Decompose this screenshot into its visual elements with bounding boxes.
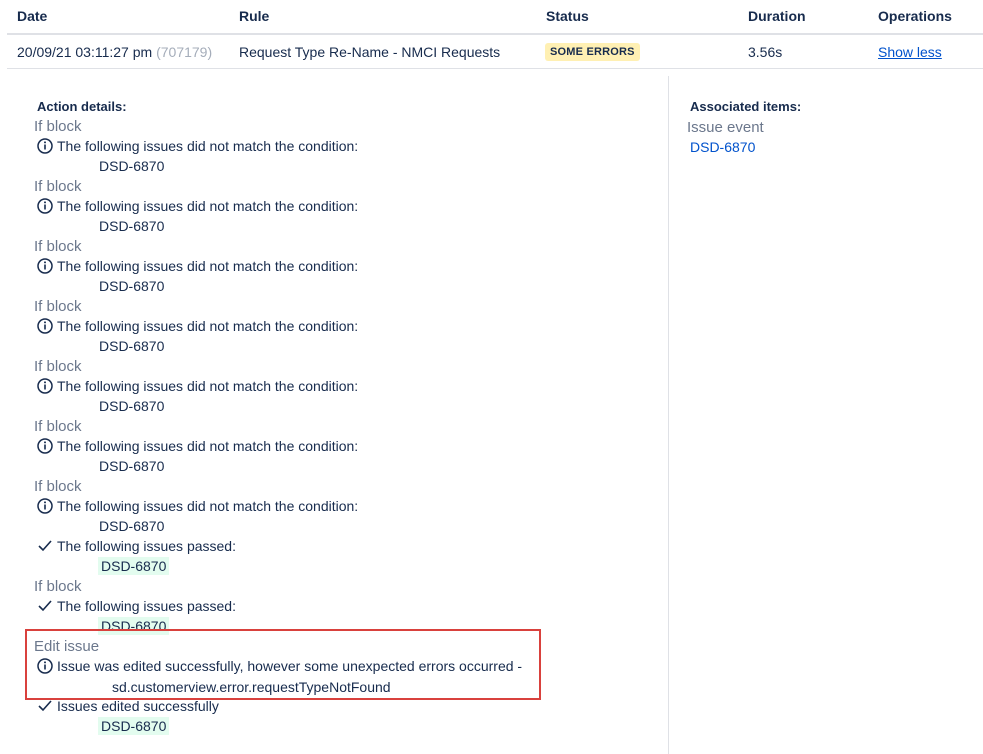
condition-message-text: The following issues did not match the c… <box>57 138 359 154</box>
info-icon <box>37 137 55 155</box>
check-icon <box>37 537 55 555</box>
passed-message-text: The following issues passed: <box>57 538 236 554</box>
edit-issue-title: Edit issue <box>34 638 100 655</box>
edited-success-message: Issues edited successfully <box>37 697 219 715</box>
issue-key: DSD-6870 <box>99 278 165 294</box>
audit-date-text: 20/09/21 03:11:27 pm <box>17 44 153 60</box>
associated-items-title: Associated items: <box>690 99 802 114</box>
info-icon <box>37 257 55 275</box>
passed-issue-key: DSD-6870 <box>98 617 170 635</box>
duration-value: 3.56s <box>748 44 783 60</box>
column-header-status: Status <box>546 8 589 24</box>
issue-key: DSD-6870 <box>99 218 165 234</box>
audit-date: 20/09/21 03:11:27 pm (707179) <box>17 44 212 60</box>
issue-key: DSD-6870 <box>99 398 165 414</box>
condition-message: The following issues did not match the c… <box>37 197 358 215</box>
table-header: Date Rule Status Duration Operations <box>0 0 983 33</box>
column-divider <box>668 76 669 754</box>
info-icon <box>37 197 55 215</box>
action-details-title: Action details: <box>37 99 127 114</box>
info-icon <box>37 377 55 395</box>
column-header-duration: Duration <box>748 8 806 24</box>
condition-message: The following issues did not match the c… <box>37 497 358 515</box>
if-block-title: If block <box>34 418 82 435</box>
show-less-link[interactable]: Show less <box>878 44 942 60</box>
passed-message: The following issues passed: <box>37 537 236 555</box>
condition-message-text: The following issues did not match the c… <box>57 258 359 274</box>
condition-message-text: The following issues did not match the c… <box>57 378 359 394</box>
passed-message-text: The following issues passed: <box>57 598 236 614</box>
if-block-title: If block <box>34 358 82 375</box>
if-block-title: If block <box>34 578 82 595</box>
column-header-operations: Operations <box>878 8 952 24</box>
passed-issue-key: DSD-6870 <box>98 717 170 735</box>
table-row: 20/09/21 03:11:27 pm (707179) Request Ty… <box>0 35 983 68</box>
edited-success-text: Issues edited successfully <box>57 698 219 714</box>
issue-key: DSD-6870 <box>99 158 165 174</box>
audit-id: (707179) <box>156 44 213 60</box>
condition-message: The following issues did not match the c… <box>37 137 358 155</box>
status-badge: SOME ERRORS <box>545 43 640 61</box>
condition-message: The following issues did not match the c… <box>37 437 358 455</box>
edit-warning-message: Issue was edited successfully, however s… <box>37 657 522 675</box>
check-icon <box>37 597 55 615</box>
condition-message: The following issues did not match the c… <box>37 317 358 335</box>
condition-message: The following issues did not match the c… <box>37 377 358 395</box>
row-divider <box>7 68 983 69</box>
issue-event-label: Issue event <box>687 119 764 136</box>
if-block-title: If block <box>34 478 82 495</box>
condition-message: The following issues did not match the c… <box>37 257 358 275</box>
passed-message: The following issues passed: <box>37 597 236 615</box>
condition-message-text: The following issues did not match the c… <box>57 438 359 454</box>
edit-error-detail: sd.customerview.error.requestTypeNotFoun… <box>112 679 391 695</box>
info-icon <box>37 317 55 335</box>
info-icon <box>37 437 55 455</box>
issue-key: DSD-6870 <box>99 338 165 354</box>
if-block-title: If block <box>34 238 82 255</box>
if-block-title: If block <box>34 298 82 315</box>
rule-name: Request Type Re-Name - NMCI Requests <box>239 44 501 60</box>
info-icon <box>37 657 55 675</box>
issue-key: DSD-6870 <box>99 458 165 474</box>
condition-message-text: The following issues did not match the c… <box>57 198 359 214</box>
passed-issue-key: DSD-6870 <box>98 557 170 575</box>
column-header-rule: Rule <box>239 8 270 24</box>
associated-issue-link[interactable]: DSD-6870 <box>690 139 755 155</box>
condition-message-text: The following issues did not match the c… <box>57 498 359 514</box>
check-icon <box>37 697 55 715</box>
if-block-title: If block <box>34 118 82 135</box>
column-header-date: Date <box>17 8 48 24</box>
edit-warning-text: Issue was edited successfully, however s… <box>57 658 523 674</box>
issue-key: DSD-6870 <box>99 518 165 534</box>
info-icon <box>37 497 55 515</box>
if-block-title: If block <box>34 178 82 195</box>
condition-message-text: The following issues did not match the c… <box>57 318 359 334</box>
